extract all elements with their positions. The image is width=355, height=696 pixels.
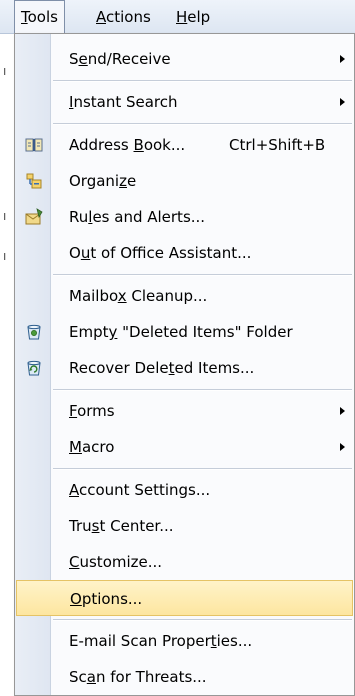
menu-item-label: Scan for Threats... (69, 668, 207, 686)
menu-separator (53, 123, 352, 125)
menu-item-label: Instant Search (69, 93, 178, 111)
menu-item-label: Out of Office Assistant... (69, 244, 252, 262)
menu-item-label: E-mail Scan Properties... (69, 632, 253, 650)
menu-actions[interactable]: Actions (90, 0, 157, 34)
menu-item-label: Address Book... (69, 136, 186, 154)
menu-item-label: Macro (69, 438, 115, 456)
menu-item-macro[interactable]: Macro (16, 429, 353, 465)
menu-tools[interactable]: Tools (14, 0, 65, 35)
menu-item-shortcut: Ctrl+Shift+B (229, 136, 326, 154)
menu-item-scan-for-threats[interactable]: Scan for Threats... (16, 659, 353, 695)
menu-separator (53, 389, 352, 391)
menu-item-label: Trust Center... (69, 517, 174, 535)
menu-item-label: Empty "Deleted Items" Folder (69, 323, 293, 341)
menu-item-label: Forms (69, 402, 115, 420)
menu-item-send-receive[interactable]: Send/Receive (16, 41, 353, 77)
menu-item-instant-search[interactable]: Instant Search (16, 84, 353, 120)
menu-item-customize[interactable]: Customize... (16, 544, 353, 580)
menu-item-forms[interactable]: Forms (16, 393, 353, 429)
menu-item-label: Send/Receive (69, 50, 171, 68)
menu-actions-accelerator: A (96, 8, 106, 26)
menu-item-label: Recover Deleted Items... (69, 359, 255, 377)
rules-and-alerts-icon (25, 208, 43, 225)
menu-item-address-book[interactable]: Address Book... Ctrl+Shift+B (16, 127, 353, 163)
menu-item-trust-center[interactable]: Trust Center... (16, 508, 353, 544)
organize-icon (26, 173, 42, 189)
empty-trash-icon (27, 324, 41, 340)
menu-item-organize[interactable]: Organize (16, 163, 353, 199)
menu-tools-accelerator: T (21, 8, 28, 26)
background-window-edge: ı ı ı (0, 34, 14, 696)
menu-separator (53, 80, 352, 82)
menu-item-label: Rules and Alerts... (69, 208, 206, 226)
submenu-arrow-icon (340, 407, 345, 415)
address-book-icon (25, 138, 43, 152)
background-glyph: ı (3, 64, 7, 78)
menu-help[interactable]: Help (170, 0, 216, 34)
background-glyph: ı (3, 209, 7, 223)
tools-dropdown-menu: Send/Receive Instant Search Address Book… (14, 33, 355, 696)
menu-item-rules-and-alerts[interactable]: Rules and Alerts... (16, 199, 353, 235)
menu-separator (53, 619, 352, 621)
menu-item-recover-deleted-items[interactable]: Recover Deleted Items... (16, 350, 353, 386)
menu-item-mailbox-cleanup[interactable]: Mailbox Cleanup... (16, 278, 353, 314)
menu-item-account-settings[interactable]: Account Settings... (16, 472, 353, 508)
menu-item-out-of-office-assistant[interactable]: Out of Office Assistant... (16, 235, 353, 271)
recover-trash-icon (27, 360, 41, 376)
menu-item-label: Organize (69, 172, 137, 190)
menu-separator (53, 468, 352, 470)
menu-bar: Tools Actions Help (0, 0, 355, 35)
menu-item-label: Mailbox Cleanup... (69, 287, 208, 305)
menu-help-accelerator: H (176, 8, 188, 26)
menu-separator (53, 274, 352, 276)
background-glyph: ı (3, 249, 7, 263)
menu-item-empty-deleted-items[interactable]: Empty "Deleted Items" Folder (16, 314, 353, 350)
menu-item-options[interactable]: Options... (16, 580, 353, 616)
submenu-arrow-icon (340, 98, 345, 106)
menu-item-label: Customize... (69, 553, 163, 571)
menu-item-email-scan-properties[interactable]: E-mail Scan Properties... (16, 623, 353, 659)
submenu-arrow-icon (340, 55, 345, 63)
outlook-window: Tools Actions Help ı ı ı Send/Receive In… (0, 0, 355, 696)
menu-item-label: Account Settings... (69, 481, 211, 499)
submenu-arrow-icon (340, 443, 345, 451)
menu-item-label: Options... (70, 590, 143, 608)
